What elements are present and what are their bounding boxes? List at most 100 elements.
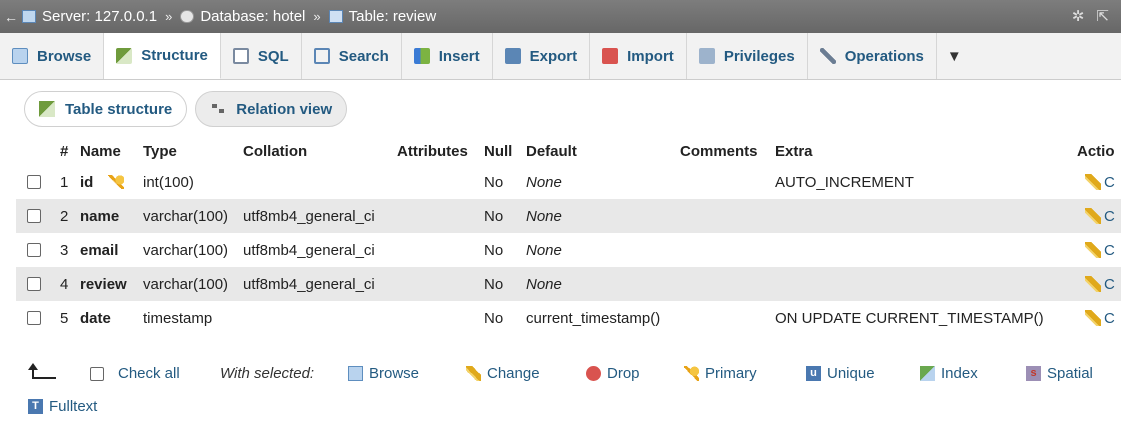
row-checkbox[interactable]: [27, 243, 41, 257]
change-pencil-icon[interactable]: [1085, 276, 1101, 292]
change-action-label[interactable]: Change: [487, 365, 540, 382]
breadcrumb-server[interactable]: Server: 127.0.0.1: [22, 8, 157, 25]
tab-browse[interactable]: Browse: [0, 33, 105, 79]
col-type[interactable]: Type: [143, 143, 177, 160]
col-default[interactable]: Default: [526, 143, 577, 160]
row-default: None: [526, 241, 562, 259]
key-icon: [684, 366, 699, 381]
check-all-checkbox[interactable]: [90, 367, 104, 381]
row-action-change[interactable]: C: [1104, 276, 1115, 293]
tab-import-label[interactable]: Import: [627, 48, 674, 65]
row-type: int(100): [143, 173, 194, 191]
fulltext-action[interactable]: T Fulltext: [28, 398, 97, 415]
tab-insert[interactable]: Insert: [402, 33, 493, 79]
tab-browse-label[interactable]: Browse: [37, 48, 91, 65]
tab-privileges-label[interactable]: Privileges: [724, 48, 795, 65]
breadcrumb-table-label[interactable]: Table: review: [349, 8, 437, 25]
row-checkbox[interactable]: [27, 277, 41, 291]
subtab-table-structure-label[interactable]: Table structure: [65, 101, 172, 118]
tab-privileges[interactable]: Privileges: [687, 33, 808, 79]
row-name: review: [80, 275, 127, 293]
server-icon: [22, 10, 36, 23]
unique-action[interactable]: u Unique: [806, 365, 875, 382]
breadcrumb-server-label[interactable]: Server: 127.0.0.1: [42, 8, 157, 25]
tab-structure-label[interactable]: Structure: [141, 47, 208, 64]
table-row: 1 id int(100) No None AUTO_INCREMENT C: [16, 165, 1121, 199]
index-icon: [920, 366, 935, 381]
fulltext-action-inner[interactable]: T Fulltext: [28, 398, 97, 415]
tab-export-label[interactable]: Export: [530, 48, 578, 65]
tab-more[interactable]: ▼: [937, 33, 972, 79]
tab-search[interactable]: Search: [302, 33, 402, 79]
row-name: id: [80, 173, 94, 191]
fulltext-action-label[interactable]: Fulltext: [49, 398, 97, 415]
col-comments[interactable]: Comments: [680, 143, 758, 160]
subtab-relation-view[interactable]: Relation view: [195, 91, 348, 127]
change-pencil-icon[interactable]: [1085, 242, 1101, 258]
col-name[interactable]: Name: [80, 143, 121, 160]
change-action[interactable]: Change: [466, 365, 540, 382]
browse-action[interactable]: Browse: [348, 365, 419, 382]
sql-icon: [232, 48, 249, 64]
row-checkbox[interactable]: [27, 311, 41, 325]
row-null: No: [484, 173, 504, 191]
tab-export[interactable]: Export: [493, 33, 591, 79]
table-row: 5 date timestamp No current_timestamp() …: [16, 301, 1121, 335]
row-checkbox[interactable]: [27, 175, 41, 189]
change-pencil-icon[interactable]: [1085, 208, 1101, 224]
index-action[interactable]: Index: [920, 365, 978, 382]
col-num[interactable]: #: [60, 143, 68, 160]
index-action-label[interactable]: Index: [941, 365, 978, 382]
primary-action-label[interactable]: Primary: [705, 365, 757, 382]
row-checkbox[interactable]: [27, 209, 41, 223]
table-icon: [328, 10, 343, 23]
tab-sql-label[interactable]: SQL: [258, 48, 289, 65]
unique-icon: u: [806, 366, 821, 381]
tab-insert-label[interactable]: Insert: [439, 48, 480, 65]
row-action-change[interactable]: C: [1104, 310, 1115, 327]
browse-action-label[interactable]: Browse: [369, 365, 419, 382]
col-collation[interactable]: Collation: [243, 143, 307, 160]
unique-action-label[interactable]: Unique: [827, 365, 875, 382]
breadcrumb-database-label[interactable]: Database: hotel: [200, 8, 305, 25]
primary-action[interactable]: Primary: [684, 365, 757, 382]
row-collation: utf8mb4_general_ci: [243, 275, 375, 293]
row-action-change[interactable]: C: [1104, 242, 1115, 259]
breadcrumb: ← Server: 127.0.0.1 » Database: hotel » …: [0, 0, 1121, 33]
back-arrow-icon[interactable]: ←: [0, 9, 22, 25]
tab-operations-label[interactable]: Operations: [845, 48, 924, 65]
col-extra[interactable]: Extra: [775, 143, 813, 160]
row-action-change[interactable]: C: [1104, 174, 1115, 191]
subtab-relation-view-label[interactable]: Relation view: [236, 101, 332, 118]
spatial-action-label[interactable]: Spatial: [1047, 365, 1093, 382]
drop-action-label[interactable]: Drop: [607, 365, 640, 382]
drop-action[interactable]: Drop: [586, 365, 640, 382]
tab-structure[interactable]: Structure: [104, 33, 221, 79]
browse-icon: [348, 366, 363, 381]
row-action-change[interactable]: C: [1104, 208, 1115, 225]
fulltext-icon: T: [28, 399, 43, 414]
change-pencil-icon[interactable]: [1085, 310, 1101, 326]
breadcrumb-separator: »: [313, 9, 321, 24]
more-icon[interactable]: ▼: [947, 48, 962, 65]
tab-operations[interactable]: Operations: [808, 33, 937, 79]
subtab-table-structure[interactable]: Table structure: [24, 91, 188, 127]
row-type: varchar(100): [143, 275, 229, 293]
spatial-action[interactable]: s Spatial: [1026, 365, 1093, 382]
tab-search-label[interactable]: Search: [339, 48, 389, 65]
row-type: timestamp: [143, 309, 213, 327]
change-pencil-icon[interactable]: [1085, 174, 1101, 190]
check-all-label[interactable]: Check all: [118, 365, 180, 382]
settings-gear-icon[interactable]: ✲ ⇱: [1072, 7, 1113, 25]
row-default: current_timestamp(): [526, 309, 661, 327]
primary-key-icon: [108, 175, 124, 189]
tab-import[interactable]: Import: [590, 33, 687, 79]
row-name: email: [80, 241, 119, 259]
col-attributes[interactable]: Attributes: [397, 143, 468, 160]
tab-sql[interactable]: SQL: [221, 33, 302, 79]
breadcrumb-database[interactable]: Database: hotel: [180, 8, 305, 25]
privileges-icon: [698, 48, 715, 64]
col-null[interactable]: Null: [484, 143, 512, 160]
col-action: Actio: [1077, 142, 1115, 160]
breadcrumb-table[interactable]: Table: review: [328, 8, 437, 25]
